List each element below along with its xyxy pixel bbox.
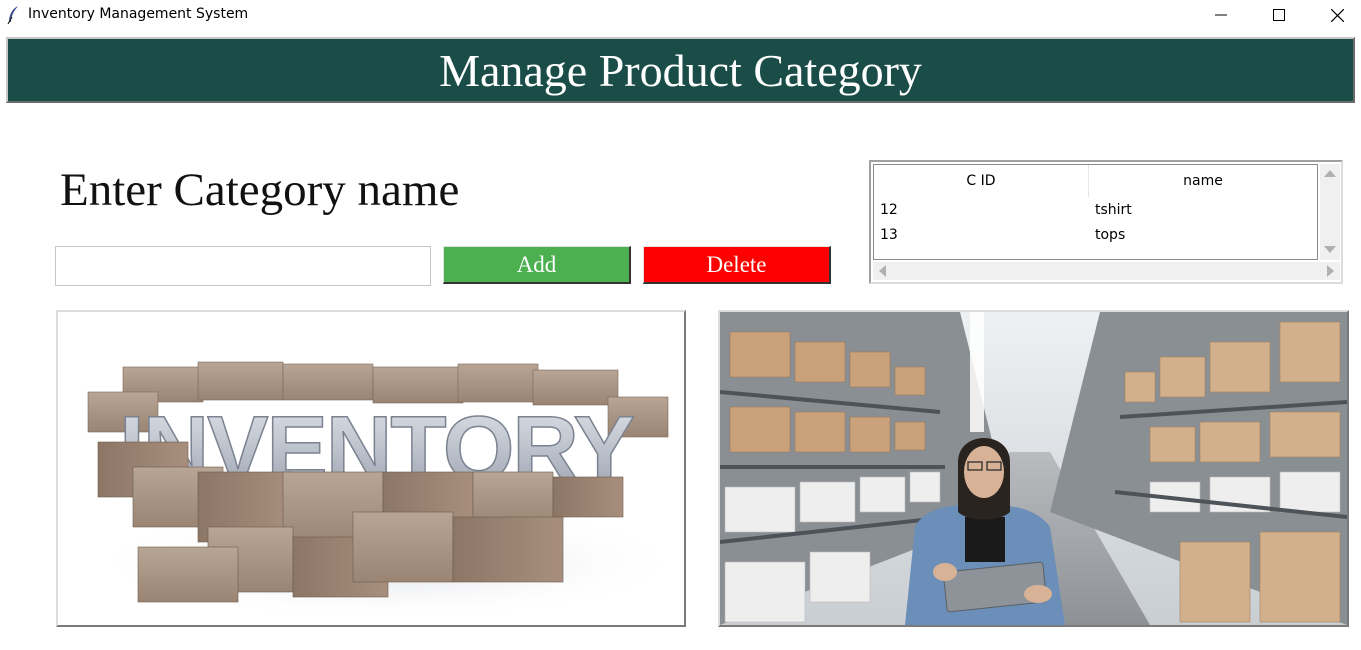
delete-button[interactable]: Delete <box>643 246 831 284</box>
scroll-right-icon[interactable] <box>1327 265 1334 277</box>
column-header-name[interactable]: name <box>1089 165 1317 197</box>
category-table[interactable]: C ID name 12 tshirt 13 tops <box>869 160 1343 284</box>
cell-name: tshirt <box>1095 201 1132 218</box>
close-button[interactable] <box>1308 0 1361 30</box>
cell-name: tops <box>1095 226 1126 243</box>
column-header-cid[interactable]: C ID <box>874 165 1089 197</box>
maximize-icon <box>1273 9 1285 21</box>
minimize-icon <box>1215 14 1227 16</box>
category-table-viewport: C ID name 12 tshirt 13 tops <box>873 164 1318 260</box>
cell-cid: 12 <box>880 201 898 218</box>
close-icon <box>1330 8 1344 22</box>
category-name-label: Enter Category name <box>60 164 460 216</box>
page-header: Manage Product Category <box>6 37 1355 103</box>
table-row[interactable]: 12 tshirt <box>874 197 1317 222</box>
inventory-boxes-image: INVENTORY <box>56 310 686 627</box>
table-body: 12 tshirt 13 tops <box>874 197 1317 247</box>
category-name-input[interactable] <box>55 246 431 286</box>
add-button[interactable]: Add <box>443 246 631 284</box>
page-title: Manage Product Category <box>439 44 922 96</box>
table-header: C ID name <box>874 165 1317 197</box>
window-titlebar: Inventory Management System <box>0 0 1361 30</box>
warehouse-worker-image <box>718 310 1349 627</box>
scroll-up-icon[interactable] <box>1324 170 1336 177</box>
minimize-button[interactable] <box>1192 0 1250 30</box>
table-row[interactable]: 13 tops <box>874 222 1317 247</box>
horizontal-scrollbar[interactable] <box>873 262 1340 280</box>
feather-icon <box>7 6 18 25</box>
vertical-scrollbar[interactable] <box>1320 164 1340 260</box>
cell-cid: 13 <box>880 226 898 243</box>
scroll-left-icon[interactable] <box>879 265 886 277</box>
scroll-down-icon[interactable] <box>1324 246 1336 253</box>
maximize-button[interactable] <box>1250 0 1308 30</box>
window-title: Inventory Management System <box>28 6 249 22</box>
